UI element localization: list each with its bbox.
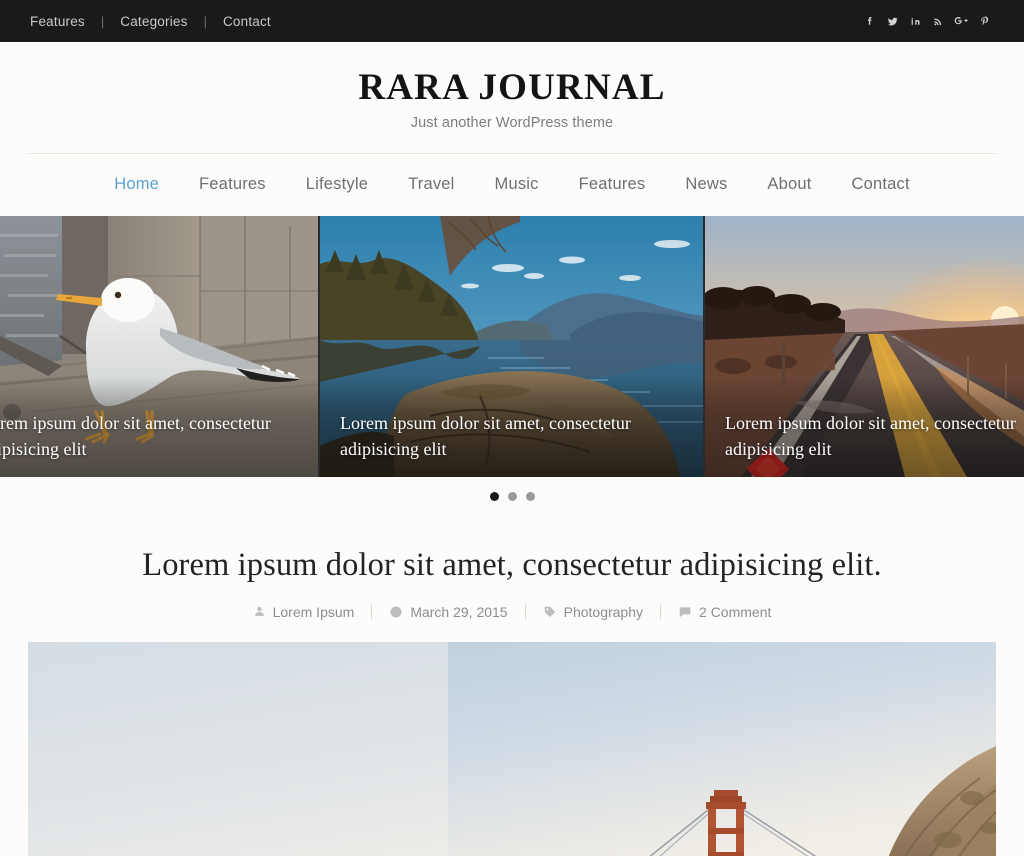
topbar-separator: | <box>100 13 105 29</box>
post-article: Lorem ipsum dolor sit amet, consectetur … <box>0 517 1024 856</box>
slider-slide[interactable]: Lorem ipsum dolor sit amet, consectetur … <box>320 215 703 477</box>
meta-divider <box>660 604 662 620</box>
meta-divider <box>524 604 526 620</box>
post-meta: Lorem Ipsum March 29, 2015 Photography 2… <box>0 604 1024 620</box>
topbar-link-categories[interactable]: Categories <box>118 14 189 29</box>
facebook-icon[interactable] <box>858 10 881 32</box>
post-title[interactable]: Lorem ipsum dolor sit amet, consectetur … <box>0 547 1024 584</box>
slider-slide[interactable]: Lorem ipsum dolor sit amet, consectetur … <box>705 215 1024 477</box>
slider-dot-1[interactable] <box>489 492 499 502</box>
nav-item-home[interactable]: Home <box>94 175 179 194</box>
site-tagline: Just another WordPress theme <box>410 114 614 131</box>
clock-icon <box>390 606 402 618</box>
nav-item-lifestyle[interactable]: Lifestyle <box>286 175 388 194</box>
nav-item-about[interactable]: About <box>747 175 831 194</box>
topbar-separator: | <box>203 13 207 29</box>
nav-item-news[interactable]: News <box>665 175 747 194</box>
meta-date-label: March 29, 2015 <box>410 603 508 620</box>
nav-item-features-2[interactable]: Features <box>559 175 666 194</box>
comment-icon <box>679 606 691 617</box>
site-title[interactable]: RARA JOURNAL <box>0 67 1024 110</box>
social-links <box>858 10 996 32</box>
meta-comments-label: 2 Comment <box>699 603 772 620</box>
slider-slide[interactable]: Lorem ipsum dolor sit amet, consectetur … <box>0 215 318 477</box>
nav-item-travel[interactable]: Travel <box>388 175 474 194</box>
slide-caption: Lorem ipsum dolor sit amet, consectetur … <box>705 377 1024 477</box>
meta-author[interactable]: Lorem Ipsum <box>253 603 355 620</box>
nav-item-contact[interactable]: Contact <box>832 175 930 194</box>
googleplus-icon[interactable] <box>950 10 973 32</box>
meta-date[interactable]: March 29, 2015 <box>389 603 508 620</box>
rss-icon[interactable] <box>927 10 950 32</box>
meta-comments[interactable]: 2 Comment <box>678 604 771 620</box>
main-navigation: Home Features Lifestyle Travel Music Fea… <box>0 154 1024 216</box>
top-bar: Features | Categories | Contact <box>0 0 1024 42</box>
meta-category-label: Photography <box>563 603 644 620</box>
top-bar-nav: Features | Categories | Contact <box>28 14 273 29</box>
nav-item-music[interactable]: Music <box>475 175 559 194</box>
tag-icon <box>544 606 555 617</box>
meta-divider <box>371 604 373 620</box>
linkedin-icon[interactable] <box>904 10 927 32</box>
featured-slider: Lorem ipsum dolor sit amet, consectetur … <box>0 215 1024 477</box>
slider-pagination <box>0 476 1024 517</box>
topbar-link-features[interactable]: Features <box>28 14 87 29</box>
slider-dot-3[interactable] <box>525 492 535 502</box>
twitter-icon[interactable] <box>881 10 904 32</box>
slide-caption: Lorem ipsum dolor sit amet, consectetur … <box>0 377 318 477</box>
topbar-link-contact[interactable]: Contact <box>221 14 273 29</box>
meta-category[interactable]: Photography <box>543 604 643 620</box>
site-header: RARA JOURNAL Just another WordPress them… <box>0 42 1024 154</box>
slide-caption: Lorem ipsum dolor sit amet, consectetur … <box>320 377 703 477</box>
featured-image-golden-gate <box>28 641 996 856</box>
user-icon <box>254 606 264 616</box>
meta-author-label: Lorem Ipsum <box>272 603 355 620</box>
nav-item-features[interactable]: Features <box>179 175 286 194</box>
slider-dot-2[interactable] <box>507 492 517 502</box>
post-featured-image[interactable] <box>28 641 996 856</box>
pinterest-icon[interactable] <box>973 10 996 32</box>
